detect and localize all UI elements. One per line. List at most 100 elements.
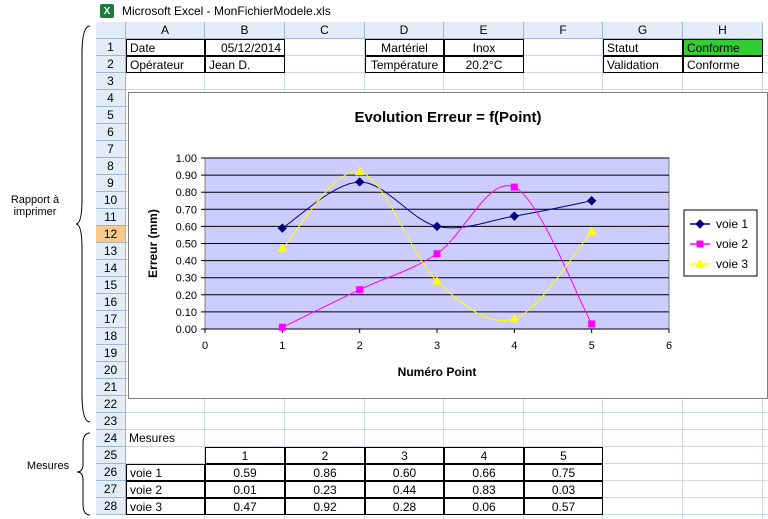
measures-row-label[interactable]: voie 3	[126, 498, 205, 515]
row-header-21[interactable]: 21	[96, 379, 126, 396]
row-header-1[interactable]: 1	[96, 39, 126, 56]
measures-value-cell[interactable]: 0.23	[285, 481, 365, 498]
cell-validation-value[interactable]: Conforme	[683, 56, 763, 73]
row-header-28[interactable]: 28	[96, 498, 126, 515]
measures-row-label[interactable]: voie 2	[126, 481, 205, 498]
cell-temperature-value[interactable]: 20.2°C	[444, 56, 524, 73]
window-title: Microsoft Excel - MonFichierModele.xls	[122, 4, 331, 18]
error-chart[interactable]: Evolution Erreur = f(Point) 0.00 0.10 0.20 0…	[128, 92, 768, 399]
title-bar: X Microsoft Excel - MonFichierModele.xls	[96, 0, 768, 22]
row-header-5[interactable]: 5	[96, 107, 126, 124]
column-header-g[interactable]: G	[603, 22, 683, 39]
row-header-20[interactable]: 20	[96, 362, 126, 379]
cell-status-label[interactable]: Statut	[603, 39, 683, 56]
cell-validation-label[interactable]: Validation	[603, 56, 683, 73]
row-header-11[interactable]: 11	[96, 209, 126, 226]
data-point-2	[588, 320, 596, 328]
cell-material-label[interactable]: Martériel	[365, 39, 444, 56]
data-point-2	[433, 250, 441, 258]
measures-value-cell[interactable]: 0.44	[365, 481, 444, 498]
cell-temperature-label[interactable]: Température	[365, 56, 444, 73]
x-tick-label: 2	[357, 340, 363, 352]
cell-material-value[interactable]: Inox	[444, 39, 524, 56]
row-header-12[interactable]: 12	[96, 226, 126, 243]
select-all-corner[interactable]	[96, 22, 126, 39]
column-header-a[interactable]: A	[126, 22, 205, 39]
row-header-18[interactable]: 18	[96, 328, 126, 345]
row-header-17[interactable]: 17	[96, 311, 126, 328]
cell-operator-value[interactable]: Jean D.	[205, 56, 285, 73]
row-header-10[interactable]: 10	[96, 192, 126, 209]
row-header-26[interactable]: 26	[96, 464, 126, 481]
measures-row-label[interactable]: voie 1	[126, 464, 205, 481]
measures-value-cell[interactable]: 0.06	[444, 498, 524, 515]
x-tick-label: 1	[279, 340, 285, 352]
legend-item: voie 3	[716, 257, 748, 271]
measures-value-cell[interactable]: 0.66	[444, 464, 524, 481]
column-header-b[interactable]: B	[205, 22, 285, 39]
y-tick-label: 0.50	[176, 239, 197, 251]
measures-value-cell[interactable]: 0.92	[285, 498, 365, 515]
row-header-3[interactable]: 3	[96, 73, 126, 90]
row-header-4[interactable]: 4	[96, 90, 126, 107]
row-header-8[interactable]: 8	[96, 158, 126, 175]
measures-point-header[interactable]: 1	[205, 447, 285, 464]
chart-svg: Evolution Erreur = f(Point) 0.00 0.10 0.20 0…	[146, 109, 758, 379]
y-tick-label: 0.70	[176, 204, 197, 216]
measures-point-header[interactable]: 4	[444, 447, 524, 464]
measures-value-cell[interactable]: 0.60	[365, 464, 444, 481]
measures-value-cell[interactable]: 0.83	[444, 481, 524, 498]
measures-point-header[interactable]: 3	[365, 447, 444, 464]
data-point-2	[356, 286, 364, 294]
measures-value-cell[interactable]: 0.59	[205, 464, 285, 481]
row-header-24[interactable]: 24	[96, 430, 126, 447]
x-tick-label: 5	[589, 340, 595, 352]
measures-title[interactable]: Mesures	[126, 430, 205, 447]
row-header-22[interactable]: 22	[96, 396, 126, 413]
row-header-23[interactable]: 23	[96, 413, 126, 430]
row-header-2[interactable]: 2	[96, 56, 126, 73]
report-side-label-text: Rapport à imprimer	[10, 194, 60, 218]
cell-date-value[interactable]: 05/12/2014	[205, 39, 285, 56]
measures-value-cell[interactable]: 0.47	[205, 498, 285, 515]
y-tick-label: 0.90	[176, 170, 197, 182]
column-header-f[interactable]: F	[524, 22, 603, 39]
column-header-d[interactable]: D	[365, 22, 444, 39]
report-brace	[76, 25, 91, 423]
x-axis-label: Numéro Point	[398, 365, 477, 379]
cell-status-value[interactable]: Conforme	[683, 39, 763, 56]
row-header-15[interactable]: 15	[96, 277, 126, 294]
measures-point-header[interactable]: 2	[285, 447, 365, 464]
y-tick-label: 0.00	[176, 324, 197, 336]
row-header-13[interactable]: 13	[96, 243, 126, 260]
measures-value-cell[interactable]: 0.01	[205, 481, 285, 498]
column-header-c[interactable]: C	[285, 22, 365, 39]
legend-marker	[696, 240, 704, 248]
cell-operator-label[interactable]: Opérateur	[126, 56, 205, 73]
row-header-6[interactable]: 6	[96, 124, 126, 141]
y-tick-label: 0.40	[176, 256, 197, 268]
column-header-e[interactable]: E	[444, 22, 524, 39]
y-tick-label: 0.80	[176, 187, 197, 199]
report-side-label: Rapport à imprimer	[0, 194, 70, 218]
measures-value-cell[interactable]: 0.03	[524, 481, 603, 498]
row-header-14[interactable]: 14	[96, 260, 126, 277]
y-tick-label: 1.00	[176, 153, 197, 165]
measures-point-header[interactable]: 5	[524, 447, 603, 464]
row-header-19[interactable]: 19	[96, 345, 126, 362]
row-header-27[interactable]: 27	[96, 481, 126, 498]
column-header-h[interactable]: H	[683, 22, 763, 39]
x-tick-label: 4	[511, 340, 517, 352]
measures-value-cell[interactable]: 0.75	[524, 464, 603, 481]
row-header-7[interactable]: 7	[96, 141, 126, 158]
row-header-25[interactable]: 25	[96, 447, 126, 464]
row-header-16[interactable]: 16	[96, 294, 126, 311]
cell-date-label[interactable]: Date	[126, 39, 205, 56]
measures-value-cell[interactable]: 0.28	[365, 498, 444, 515]
measures-value-cell[interactable]: 0.57	[524, 498, 603, 515]
excel-icon: X	[100, 4, 114, 18]
row-header-9[interactable]: 9	[96, 175, 126, 192]
legend-item: voie 2	[716, 237, 748, 251]
measures-value-cell[interactable]: 0.86	[285, 464, 365, 481]
x-tick-label: 3	[434, 340, 440, 352]
